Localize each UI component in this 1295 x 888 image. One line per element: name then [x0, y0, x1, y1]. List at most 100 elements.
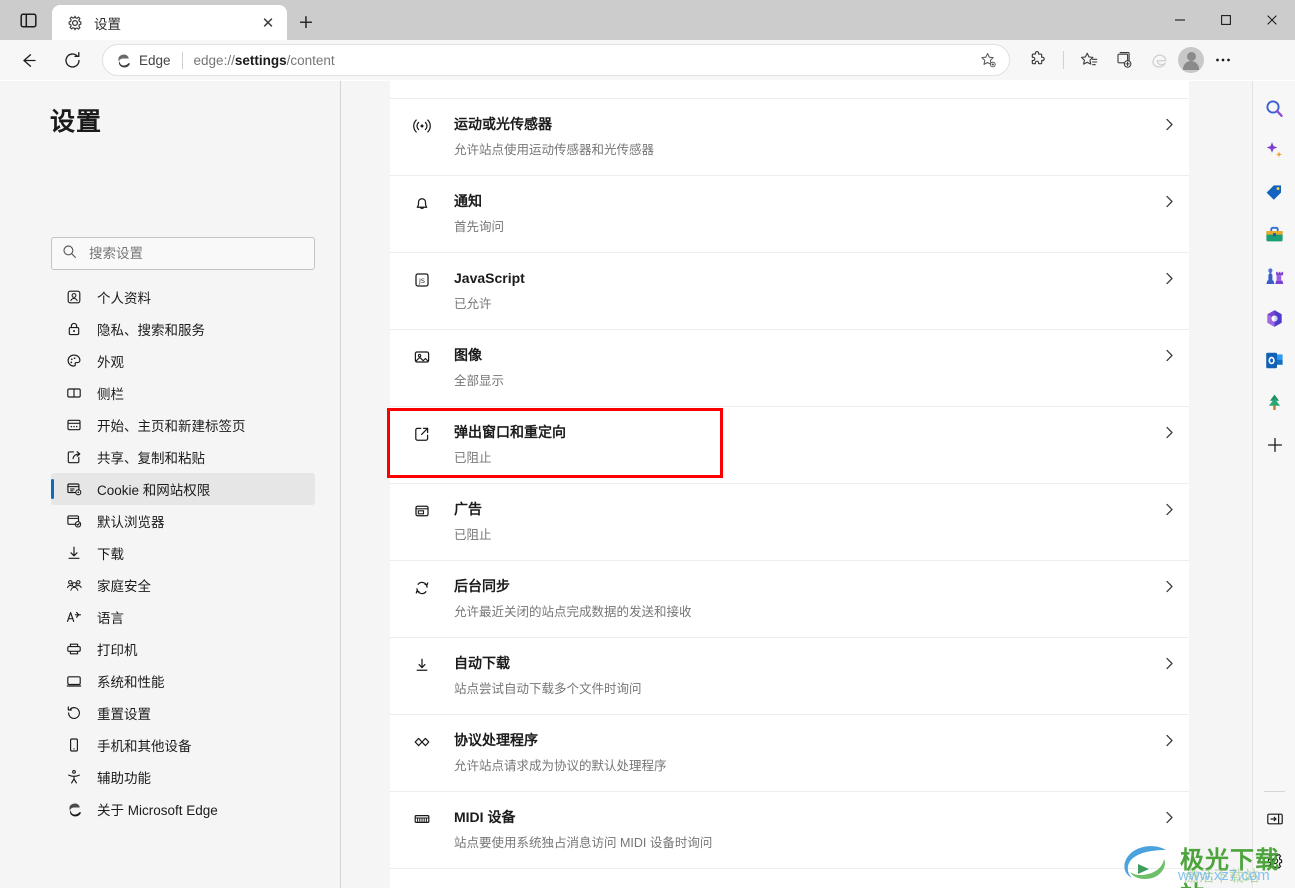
sidebar-outlook[interactable] [1259, 345, 1290, 376]
sidebar-item-label: 打印机 [97, 643, 138, 658]
sidebar-item-label: 关于 Microsoft Edge [97, 803, 218, 818]
sidebar-item-privacy[interactable]: 隐私、搜索和服务 [51, 313, 315, 345]
lock-icon [65, 321, 83, 337]
table-row[interactable]: 图像 全部显示 [390, 330, 1189, 407]
sidebar-item-start-home-newtab[interactable]: 开始、主页和新建标签页 [51, 409, 315, 441]
table-row[interactable]: 通知 首先询问 [390, 176, 1189, 253]
sidebar-shopping[interactable] [1259, 177, 1290, 208]
row-title: 图像 [454, 347, 482, 363]
sidebar-item-profile[interactable]: 个人资料 [51, 281, 315, 313]
sidebar-item-phone-other-devices[interactable]: 手机和其他设备 [51, 729, 315, 761]
add-favorite-star-icon[interactable] [975, 47, 1001, 73]
sidebar-item-share-copy-paste[interactable]: 共享、复制和粘贴 [51, 441, 315, 473]
chevron-right-icon [1149, 656, 1189, 671]
sidebar-item-label: 个人资料 [97, 291, 151, 306]
more-ellipsis-icon[interactable] [1207, 44, 1239, 76]
profile-icon [65, 289, 83, 305]
row-subtitle: 已允许 [454, 297, 492, 311]
row-subtitle: 已阻止 [454, 528, 492, 542]
sidebar-item-system-performance[interactable]: 系统和性能 [51, 665, 315, 697]
sidebar-item-accessibility[interactable]: 辅助功能 [51, 761, 315, 793]
refresh-icon[interactable] [56, 44, 88, 76]
table-row[interactable]: 缩放级别 [390, 869, 1189, 888]
table-row[interactable]: 广告 已阻止 [390, 484, 1189, 561]
settings-page: 设置 搜索设置 个人资料 隐私、搜索和服务 外观 侧栏 开始、主页和新建标签页 … [0, 81, 1252, 888]
chevron-right-icon [1149, 348, 1189, 363]
sidebar-item-languages[interactable]: 语言 [51, 601, 315, 633]
row-title: 广告 [454, 501, 482, 517]
edge-logo-icon [65, 801, 83, 818]
chevron-right-icon [1149, 194, 1189, 209]
sidebar-item-reset-settings[interactable]: 重置设置 [51, 697, 315, 729]
table-row[interactable]: 后台同步 允许最近关闭的站点完成数据的发送和接收 [390, 561, 1189, 638]
sidebar-item-cookies-site-permissions[interactable]: Cookie 和网站权限 [51, 473, 315, 505]
sidebar-drops[interactable] [1259, 387, 1290, 418]
sidebar-tools[interactable] [1259, 219, 1290, 250]
table-row-popups-redirects[interactable]: 弹出窗口和重定向 已阻止 [390, 407, 1189, 484]
row-title: 运动或光传感器 [454, 116, 552, 132]
row-text: 后台同步 允许最近关闭的站点完成数据的发送和接收 [454, 576, 1149, 621]
profile-avatar[interactable] [1178, 47, 1204, 73]
search-input[interactable] [89, 246, 304, 261]
row-text: 通知 首先询问 [454, 191, 1149, 236]
accessibility-icon [65, 769, 83, 785]
sidebar-item-label: 隐私、搜索和服务 [97, 323, 205, 338]
row-subtitle: 允许站点使用运动传感器和光传感器 [454, 143, 655, 157]
sidebar-item-label: 手机和其他设备 [97, 739, 192, 754]
table-row[interactable]: 首先询问 [390, 81, 1189, 99]
sidebar-collapse[interactable] [1259, 803, 1290, 834]
share-icon [65, 449, 83, 465]
table-row[interactable]: MIDI 设备 站点要使用系统独占消息访问 MIDI 设备时询问 [390, 792, 1189, 869]
search-settings-box[interactable] [51, 237, 315, 270]
internet-explorer-icon[interactable] [1143, 44, 1175, 76]
toolbar-divider [1063, 51, 1064, 69]
close-button[interactable] [1249, 0, 1295, 40]
home-page-icon [65, 417, 83, 433]
row-text: JavaScript 已允许 [454, 268, 1149, 313]
download-icon [65, 545, 83, 561]
sidebar-office[interactable] [1259, 303, 1290, 334]
sidebar-customize-add[interactable] [1259, 429, 1290, 460]
row-title: 通知 [454, 193, 482, 209]
row-subtitle: 站点尝试自动下载多个文件时询问 [454, 682, 642, 696]
favorites-star-icon[interactable] [1073, 44, 1105, 76]
collections-icon[interactable] [1108, 44, 1140, 76]
row-text: 运动或光传感器 允许站点使用运动传感器和光传感器 [454, 114, 1149, 159]
address-bar[interactable]: Edge edge://settings/content [102, 44, 1010, 76]
row-title: 协议处理程序 [454, 732, 538, 748]
tab-search-icon[interactable] [10, 6, 46, 34]
sidebar-item-appearance[interactable]: 外观 [51, 345, 315, 377]
table-row[interactable]: 协议处理程序 允许站点请求成为协议的默认处理程序 [390, 715, 1189, 792]
tab-close-icon[interactable]: ✕ [257, 12, 279, 34]
sidebar-games[interactable] [1259, 261, 1290, 292]
browser-tab-settings[interactable]: 设置 ✕ [52, 5, 287, 40]
sidebar-copilot[interactable] [1259, 135, 1290, 166]
sidebar-item-label: 默认浏览器 [97, 515, 165, 530]
new-tab-button[interactable]: + [292, 9, 320, 35]
row-text: 弹出窗口和重定向 已阻止 [454, 422, 1149, 467]
sidebar-item-default-browser[interactable]: 默认浏览器 [51, 505, 315, 537]
row-text: MIDI 设备 站点要使用系统独占消息访问 MIDI 设备时询问 [454, 807, 1149, 852]
table-row[interactable]: 自动下载 站点尝试自动下载多个文件时询问 [390, 638, 1189, 715]
browser-window: 设置 ✕ + Edge edge://settings/content 设置 搜… [0, 0, 1295, 888]
maximize-button[interactable] [1203, 0, 1249, 40]
sidebar-item-label: 共享、复制和粘贴 [97, 451, 205, 466]
sidebar-item-downloads[interactable]: 下载 [51, 537, 315, 569]
sidebar-settings[interactable] [1259, 845, 1290, 876]
language-icon [65, 609, 83, 625]
chevron-right-icon [1149, 810, 1189, 825]
puzzle-icon[interactable] [1022, 44, 1054, 76]
table-row[interactable]: 运动或光传感器 允许站点使用运动传感器和光传感器 [390, 99, 1189, 176]
chevron-right-icon [1149, 502, 1189, 517]
content-scrollbar[interactable] [1232, 81, 1252, 888]
back-arrow-icon[interactable] [12, 44, 44, 76]
sidebar-item-sidebar[interactable]: 侧栏 [51, 377, 315, 409]
sidebar-item-about-edge[interactable]: 关于 Microsoft Edge [51, 793, 315, 825]
title-bar: 设置 ✕ + [0, 0, 1295, 40]
sidebar-item-printers[interactable]: 打印机 [51, 633, 315, 665]
sidebar-search[interactable] [1259, 93, 1290, 124]
row-title: 自动下载 [454, 655, 510, 671]
minimize-button[interactable] [1157, 0, 1203, 40]
sidebar-item-family-safety[interactable]: 家庭安全 [51, 569, 315, 601]
table-row[interactable]: JS JavaScript 已允许 [390, 253, 1189, 330]
